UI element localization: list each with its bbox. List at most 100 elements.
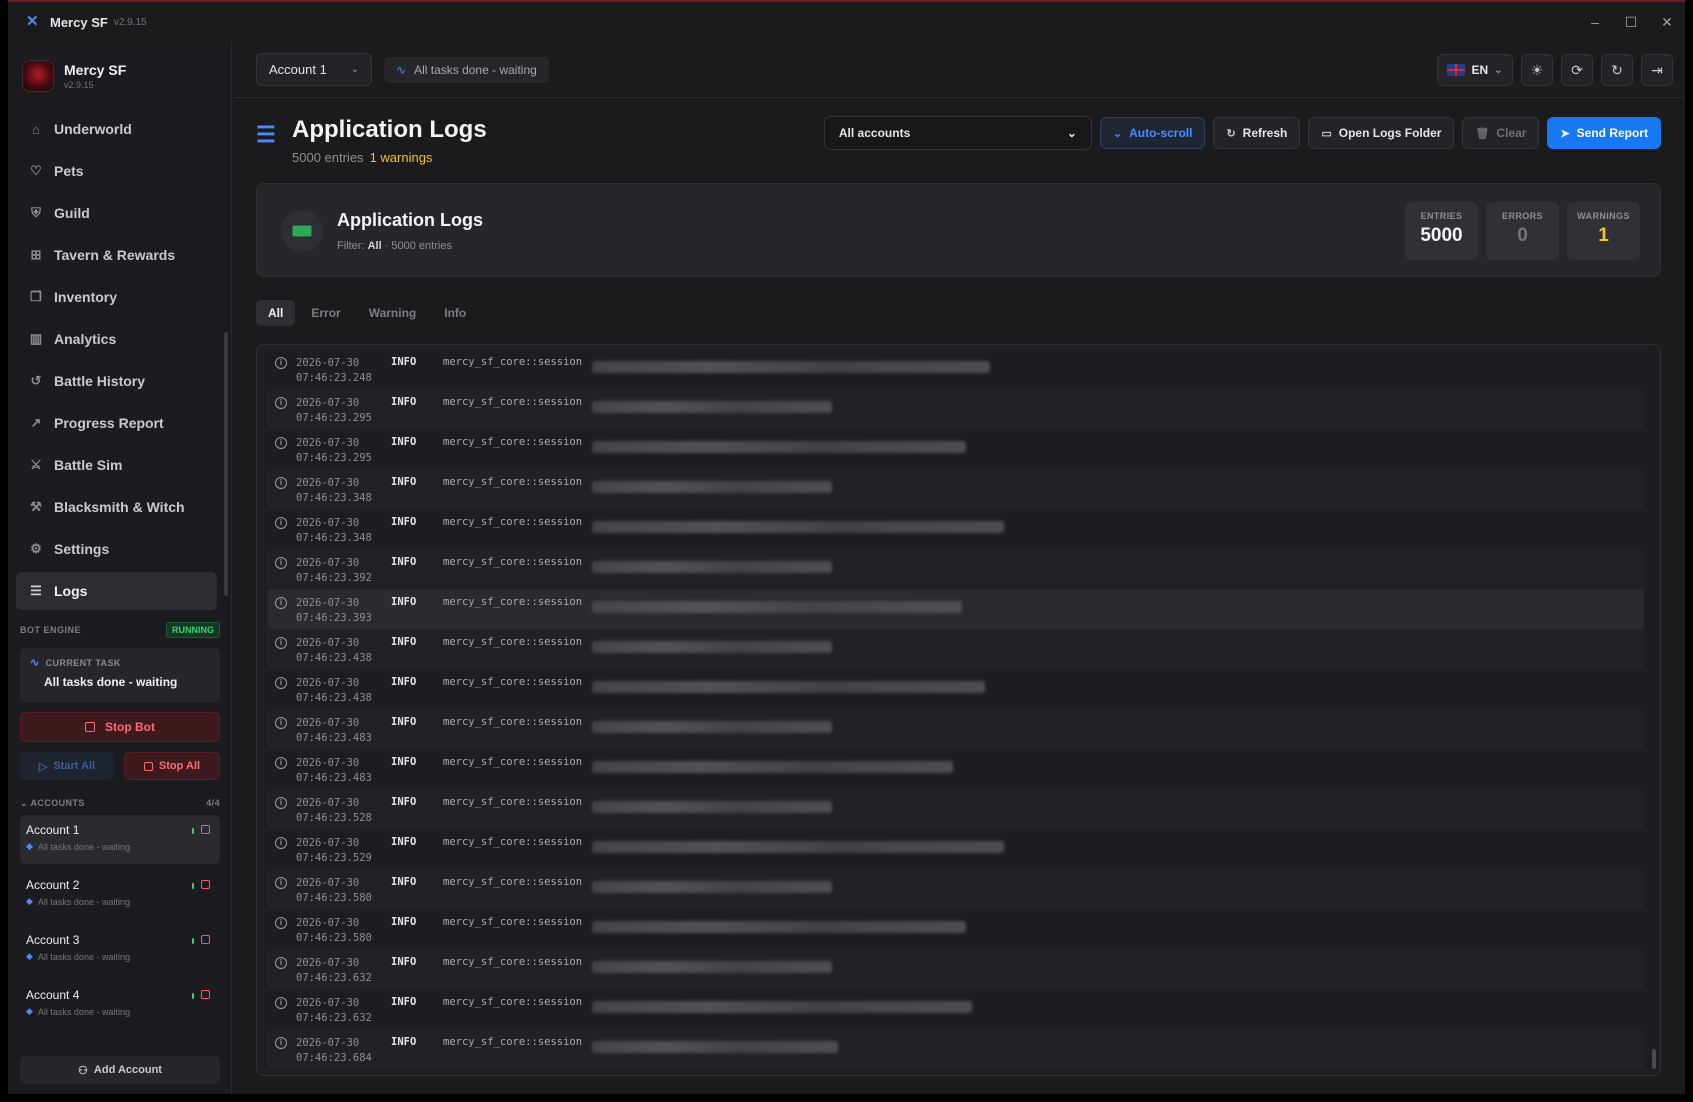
sidebar-item-pets[interactable]: ♡ Pets bbox=[16, 152, 217, 190]
sidebar-item-guild[interactable]: ⛨ Guild bbox=[16, 194, 217, 232]
log-row[interactable]: i 2026-07-30 07:46:23.393 INFO mercy_sf_core… bbox=[267, 589, 1644, 629]
log-row[interactable]: i 2026-07-30 07:46:23.483 INFO mercy_sf_core… bbox=[267, 749, 1644, 789]
log-timestamp: 2026-07-30 07:46:23.632 bbox=[296, 956, 386, 986]
clear-button[interactable]: 🗑 Clear bbox=[1462, 117, 1540, 149]
stat-entries: ENTRIES 5000 bbox=[1405, 202, 1478, 260]
stop-icon bbox=[85, 722, 95, 732]
log-list[interactable]: i 2026-07-30 07:46:23.248 INFO mercy_sf_core… bbox=[267, 349, 1644, 1075]
log-row[interactable]: i 2026-07-30 07:46:23.580 INFO mercy_sf_core… bbox=[267, 869, 1644, 909]
sidebar-item-blacksmith-witch[interactable]: ⚒ Blacksmith & Witch bbox=[16, 488, 217, 526]
sidebar-item-logs[interactable]: ☰ Logs bbox=[16, 572, 217, 610]
account-filter-select[interactable]: All accounts ⌄ bbox=[823, 116, 1092, 150]
log-source: mercy_sf_core::session bbox=[443, 916, 583, 928]
tab-warning[interactable]: Warning bbox=[357, 300, 429, 326]
theme-toggle-button[interactable]: ☀ bbox=[1521, 54, 1553, 86]
log-date: 2026-07-30 bbox=[296, 477, 360, 489]
info-icon: i bbox=[275, 917, 287, 929]
auto-scroll-label: Auto-scroll bbox=[1129, 126, 1193, 140]
sidebar-item-tavern-rewards[interactable]: ⊞ Tavern & Rewards bbox=[16, 236, 217, 274]
account-item[interactable]: Account 3 ◆ All tasks done - waiting bbox=[20, 925, 220, 974]
refresh-button[interactable]: ↻ Refresh bbox=[1213, 117, 1301, 149]
reload-button[interactable]: ↻ bbox=[1601, 54, 1633, 86]
stop-all-button[interactable]: Stop All bbox=[124, 752, 220, 780]
log-level: INFO bbox=[391, 556, 417, 568]
logout-button[interactable]: ⇥ bbox=[1641, 54, 1673, 86]
log-date: 2026-07-30 bbox=[296, 717, 360, 729]
sidebar-item-label: Analytics bbox=[54, 331, 117, 347]
log-row[interactable]: i 2026-07-30 07:46:23.684 INFO mercy_sf_core… bbox=[267, 1029, 1644, 1069]
refresh-label: Refresh bbox=[1242, 126, 1288, 140]
start-all-button[interactable]: ▷ Start All bbox=[20, 752, 114, 780]
sidebar-item-battle-history[interactable]: ↺ Battle History bbox=[16, 362, 217, 400]
sync-button[interactable]: ⟳ bbox=[1561, 54, 1593, 86]
language-select[interactable]: EN ⌄ bbox=[1437, 54, 1513, 86]
account-filter-value: All accounts bbox=[838, 126, 911, 140]
sidebar-item-battle-sim[interactable]: ⚔ Battle Sim bbox=[16, 446, 217, 484]
sidebar-scrollbar[interactable] bbox=[224, 332, 228, 596]
sidebar-item-underworld[interactable]: ⌂ Underworld bbox=[16, 110, 217, 148]
log-row[interactable]: i 2026-07-30 07:46:23.295 INFO mercy_sf_core… bbox=[267, 429, 1644, 469]
open-logs-folder-button[interactable]: ▭ Open Logs Folder bbox=[1308, 117, 1455, 149]
tab-all[interactable]: All bbox=[256, 300, 296, 326]
stop-bot-label: Stop Bot bbox=[105, 720, 155, 734]
log-row[interactable]: i 2026-07-30 07:46:23.632 INFO mercy_sf_core… bbox=[267, 989, 1644, 1029]
account-item[interactable]: Account 4 ◆ All tasks done - waiting bbox=[20, 980, 220, 1029]
close-icon[interactable]: ✕ bbox=[1649, 2, 1685, 42]
maximize-icon[interactable]: ☐ bbox=[1613, 2, 1649, 42]
log-row[interactable]: i 2026-07-30 07:46:23.580 INFO mercy_sf_core… bbox=[267, 909, 1644, 949]
account-name: Account 1 bbox=[26, 823, 80, 837]
info-icon: i bbox=[275, 637, 287, 649]
log-row[interactable]: i 2026-07-30 07:46:23.483 INFO mercy_sf_core… bbox=[267, 709, 1644, 749]
auto-scroll-button[interactable]: ⌄ Auto-scroll bbox=[1099, 117, 1206, 149]
log-row[interactable]: i 2026-07-30 07:46:23.438 INFO mercy_sf_core… bbox=[267, 629, 1644, 669]
log-source: mercy_sf_core::session bbox=[443, 556, 583, 568]
stop-account-button[interactable] bbox=[201, 880, 210, 889]
stat-label: ERRORS bbox=[1502, 211, 1543, 221]
sidebar-item-settings[interactable]: ⚙ Settings bbox=[16, 530, 217, 568]
log-time: 07:46:23.392 bbox=[296, 572, 372, 584]
log-date: 2026-07-30 bbox=[296, 437, 360, 449]
uk-flag-icon bbox=[1447, 64, 1466, 76]
log-timestamp: 2026-07-30 07:46:23.392 bbox=[296, 556, 386, 586]
stop-bot-button[interactable]: Stop Bot bbox=[20, 712, 220, 742]
log-message-redacted bbox=[592, 641, 832, 653]
stop-account-button[interactable] bbox=[201, 935, 210, 944]
accounts-header[interactable]: ⌄ ACCOUNTS 4/4 bbox=[20, 798, 220, 809]
log-row[interactable]: i 2026-07-30 07:46:23.438 INFO mercy_sf_core… bbox=[267, 669, 1644, 709]
log-row[interactable]: i 2026-07-30 07:46:23.348 INFO mercy_sf_core… bbox=[267, 469, 1644, 509]
tab-info[interactable]: Info bbox=[432, 300, 478, 326]
account-item[interactable]: Account 2 ◆ All tasks done - waiting bbox=[20, 870, 220, 919]
log-source: mercy_sf_core::session bbox=[443, 996, 583, 1008]
log-row[interactable]: i 2026-07-30 07:46:23.529 INFO mercy_sf_core… bbox=[267, 829, 1644, 869]
sidebar-item-label: Settings bbox=[54, 541, 110, 557]
log-row[interactable]: i 2026-07-30 07:46:23.528 INFO mercy_sf_core… bbox=[267, 789, 1644, 829]
log-row[interactable]: i 2026-07-30 07:46:23.248 INFO mercy_sf_core… bbox=[267, 349, 1644, 389]
sidebar-item-label: Inventory bbox=[54, 289, 118, 305]
account-item[interactable]: Account 1 ◆ All tasks done - waiting bbox=[20, 815, 220, 864]
sidebar-item-progress-report[interactable]: ↗ Progress Report bbox=[16, 404, 217, 442]
info-icon: i bbox=[275, 357, 287, 369]
diamond-icon: ◆ bbox=[26, 841, 33, 851]
add-account-button[interactable]: ⚇ Add Account bbox=[20, 1056, 220, 1084]
log-timestamp: 2026-07-30 07:46:23.393 bbox=[296, 596, 386, 626]
log-date: 2026-07-30 bbox=[296, 397, 360, 409]
online-indicator bbox=[192, 993, 194, 999]
summary-filter-label: Filter: bbox=[337, 240, 365, 252]
sidebar-item-analytics[interactable]: ▥ Analytics bbox=[16, 320, 217, 358]
add-account-label: Add Account bbox=[93, 1064, 162, 1076]
account-select[interactable]: Account 1 ⌄ bbox=[256, 53, 372, 86]
log-row[interactable]: i 2026-07-30 07:46:23.632 INFO mercy_sf_core… bbox=[267, 949, 1644, 989]
log-row[interactable]: i 2026-07-30 07:46:23.348 INFO mercy_sf_core… bbox=[267, 509, 1644, 549]
log-scrollbar[interactable] bbox=[1652, 1049, 1656, 1069]
stop-account-button[interactable] bbox=[201, 825, 210, 834]
log-level: INFO bbox=[391, 996, 417, 1008]
sidebar-item-label: Tavern & Rewards bbox=[54, 247, 176, 263]
send-report-button[interactable]: ➤ Send Report bbox=[1547, 117, 1661, 149]
log-row[interactable]: i 2026-07-30 07:46:23.295 INFO mercy_sf_core… bbox=[267, 389, 1644, 429]
stop-account-button[interactable] bbox=[201, 990, 210, 999]
tab-error[interactable]: Error bbox=[299, 300, 352, 326]
log-row[interactable]: i 2026-07-30 07:46:23.392 INFO mercy_sf_core… bbox=[267, 549, 1644, 589]
minimize-icon[interactable]: – bbox=[1577, 2, 1613, 42]
sidebar-item-inventory[interactable]: ❒ Inventory bbox=[16, 278, 217, 316]
status-badge: RUNNING bbox=[166, 622, 220, 638]
